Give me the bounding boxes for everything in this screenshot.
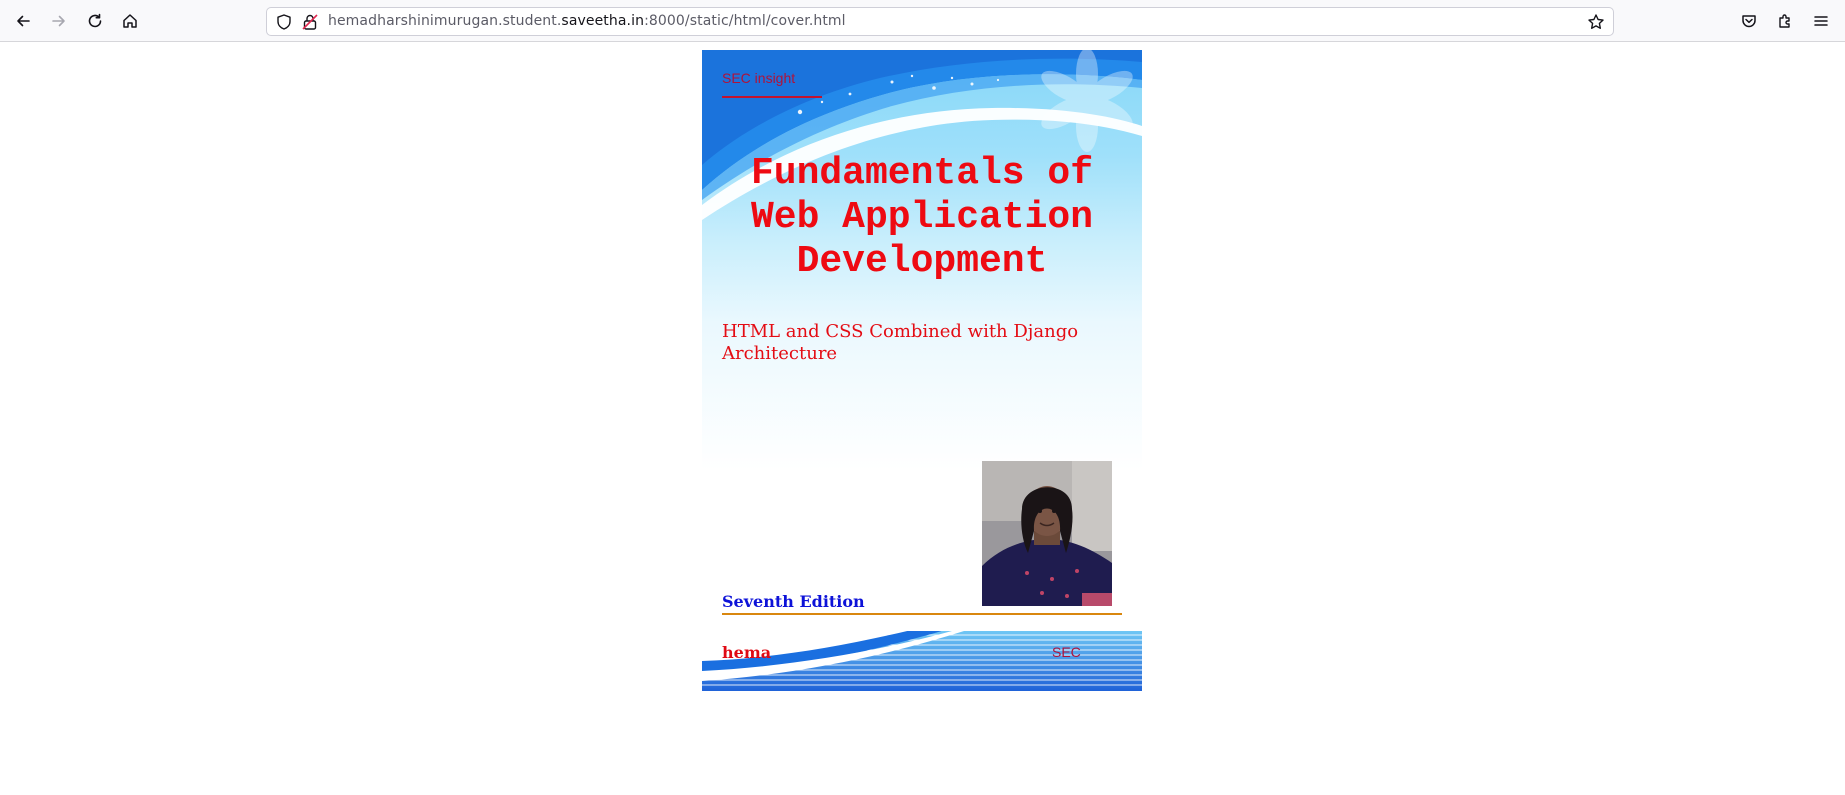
reload-icon <box>88 13 102 28</box>
back-arrow-icon <box>17 15 30 27</box>
insecure-lock-icon[interactable] <box>301 13 319 31</box>
reload-button[interactable] <box>80 6 110 36</box>
page-viewport: SEC insight Fundamentals of Web Applicat… <box>0 43 1845 795</box>
edition-label: Seventh Edition <box>722 592 865 611</box>
forward-arrow-icon <box>52 15 65 27</box>
pocket-icon <box>1742 15 1756 28</box>
menu-icon <box>1814 16 1828 26</box>
home-icon <box>123 14 137 28</box>
app-menu-button[interactable] <box>1806 6 1836 36</box>
book-title: Fundamentals of Web Application Developm… <box>750 152 1094 283</box>
bookmark-star-icon[interactable] <box>1587 13 1605 31</box>
address-bar[interactable]: hemadharshinimurugan.student.saveetha.in… <box>266 7 1614 36</box>
url-suffix: :8000/static/html/cover.html <box>644 13 846 29</box>
shield-icon[interactable] <box>275 13 293 31</box>
browser-toolbar: hemadharshinimurugan.student.saveetha.in… <box>0 0 1845 42</box>
back-button[interactable] <box>8 6 38 36</box>
forward-button[interactable] <box>44 6 74 36</box>
author-name: hema <box>722 643 772 662</box>
url-text[interactable]: hemadharshinimurugan.student.saveetha.in… <box>328 13 846 29</box>
extensions-button[interactable] <box>1770 6 1800 36</box>
author-photo <box>982 461 1112 606</box>
extensions-icon <box>1779 14 1790 28</box>
edition-rule <box>722 613 1122 615</box>
brand-label: SEC insight <box>722 70 796 86</box>
home-button[interactable] <box>115 6 145 36</box>
book-cover: SEC insight Fundamentals of Web Applicat… <box>702 50 1142 691</box>
brand-underline <box>722 96 822 98</box>
url-prefix: hemadharshinimurugan.student. <box>328 13 562 29</box>
book-subtitle: HTML and CSS Combined with Django Archit… <box>722 321 1079 364</box>
organization-label: SEC <box>1052 644 1081 660</box>
pocket-button[interactable] <box>1734 6 1764 36</box>
url-domain: saveetha.in <box>561 13 645 29</box>
